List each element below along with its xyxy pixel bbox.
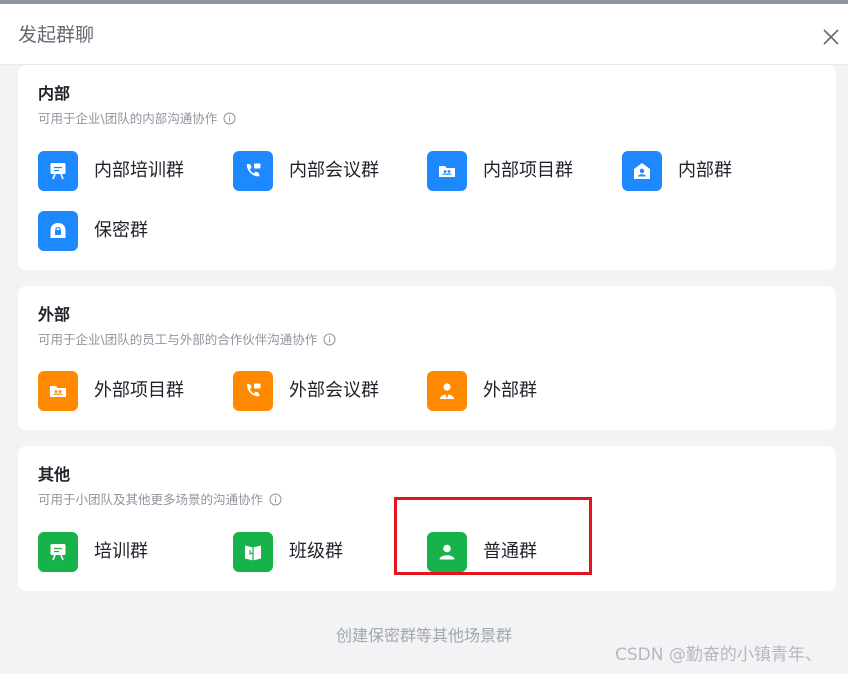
meeting-phone-icon <box>233 151 273 191</box>
meeting-phone-icon <box>233 371 273 411</box>
close-icon[interactable] <box>820 26 842 48</box>
dialog-header: 发起群聊 <box>0 4 848 65</box>
group-type-label: 外部会议群 <box>289 380 379 401</box>
lock-icon <box>38 211 78 251</box>
section-description: 可用于企业\团队的内部沟通协作 <box>38 110 236 130</box>
group-type-label: 普通群 <box>483 541 537 562</box>
section-title: 其他 <box>38 465 71 484</box>
group-type-label: 保密群 <box>94 220 148 241</box>
section-title: 外部 <box>38 305 71 324</box>
info-icon[interactable] <box>223 112 236 130</box>
section-title: 内部 <box>38 84 71 103</box>
group-type-label: 内部会议群 <box>289 160 379 181</box>
training-board-icon <box>38 532 78 572</box>
group-type-label: 班级群 <box>289 541 343 562</box>
group-type-label: 外部群 <box>483 380 537 401</box>
section-external: 外部 可用于企业\团队的员工与外部的合作伙伴沟通协作 外部项目群 外部会议群 外… <box>18 286 836 430</box>
group-type-label: 内部培训群 <box>94 160 184 181</box>
watermark: CSDN @勤奋的小镇青年、 <box>615 645 822 665</box>
home-user-icon <box>622 151 662 191</box>
project-folder-icon <box>427 151 467 191</box>
user-icon <box>427 532 467 572</box>
create-other-groups-link[interactable]: 创建保密群等其他场景群 <box>0 626 848 646</box>
project-folder-icon <box>38 371 78 411</box>
group-type-label: 内部项目群 <box>483 160 573 181</box>
dialog-title: 发起群聊 <box>18 24 95 46</box>
section-other: 其他 可用于小团队及其他更多场景的沟通协作 培训群 班级群 普通群 <box>18 446 836 591</box>
group-type-label: 外部项目群 <box>94 380 184 401</box>
info-icon[interactable] <box>269 493 282 511</box>
section-description: 可用于小团队及其他更多场景的沟通协作 <box>38 491 282 511</box>
info-icon[interactable] <box>323 333 336 351</box>
book-icon <box>233 532 273 572</box>
business-user-icon <box>427 371 467 411</box>
group-type-label: 内部群 <box>678 160 732 181</box>
group-type-label: 培训群 <box>94 541 148 562</box>
section-internal: 内部 可用于企业\团队的内部沟通协作 内部培训群 内部会议群 内部项目群 内部群… <box>18 65 836 270</box>
training-board-icon <box>38 151 78 191</box>
section-description: 可用于企业\团队的员工与外部的合作伙伴沟通协作 <box>38 331 336 351</box>
